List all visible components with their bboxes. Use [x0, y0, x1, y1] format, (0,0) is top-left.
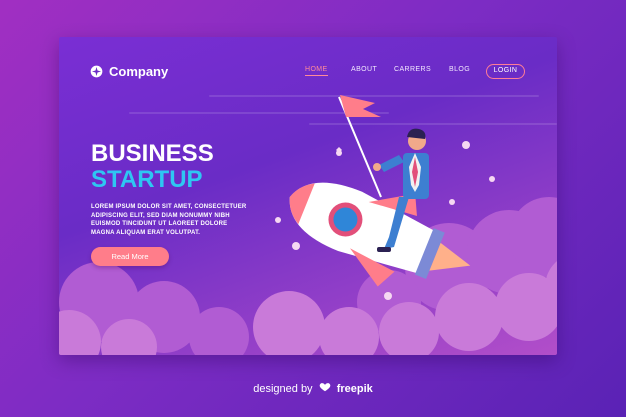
body-line: LOREM IPSUM DOLOR SIT AMET, CONSECTETUER	[91, 204, 247, 210]
hero-illustration	[59, 95, 557, 355]
nav-home[interactable]: HOME	[305, 66, 328, 76]
hero-title-line-2: STARTUP	[91, 166, 203, 193]
login-button[interactable]: LOGIN	[486, 64, 525, 79]
body-line: ADIPISCING ELIT, SED DIAM NONUMMY NIBH	[91, 212, 230, 219]
body-line: EUISMOD TINCIDUNT UT LAOREET DOLORE	[91, 221, 228, 227]
logo[interactable]: Company	[90, 64, 168, 79]
hero-title-line-1: BUSINESS	[91, 140, 214, 167]
hero-body-text: LOREM IPSUM DOLOR SIT AMET, CONSECTETUER…	[91, 203, 261, 237]
landing-page-card: Company HOME ABOUT CARRERS BLOG LOGIN BU…	[59, 37, 557, 355]
logo-text: Company	[109, 64, 169, 79]
footer-prefix: designed by	[253, 383, 313, 395]
nav-about[interactable]: ABOUT	[351, 66, 377, 73]
nav-blog[interactable]: BLOG	[449, 66, 470, 73]
read-more-button[interactable]: Read More	[91, 247, 169, 266]
freepik-logo-icon	[319, 383, 330, 392]
hero-title: BUSINESS STARTUP	[91, 141, 214, 193]
body-line: MAGNA ALIQUAM ERAT VOLUTPAT.	[91, 229, 201, 236]
footer-brand[interactable]: freepik	[337, 383, 373, 395]
nav-carrers[interactable]: CARRERS	[394, 66, 431, 73]
company-logo-icon	[90, 65, 103, 78]
footer: designed by freepik	[0, 381, 626, 395]
flag	[340, 95, 381, 117]
